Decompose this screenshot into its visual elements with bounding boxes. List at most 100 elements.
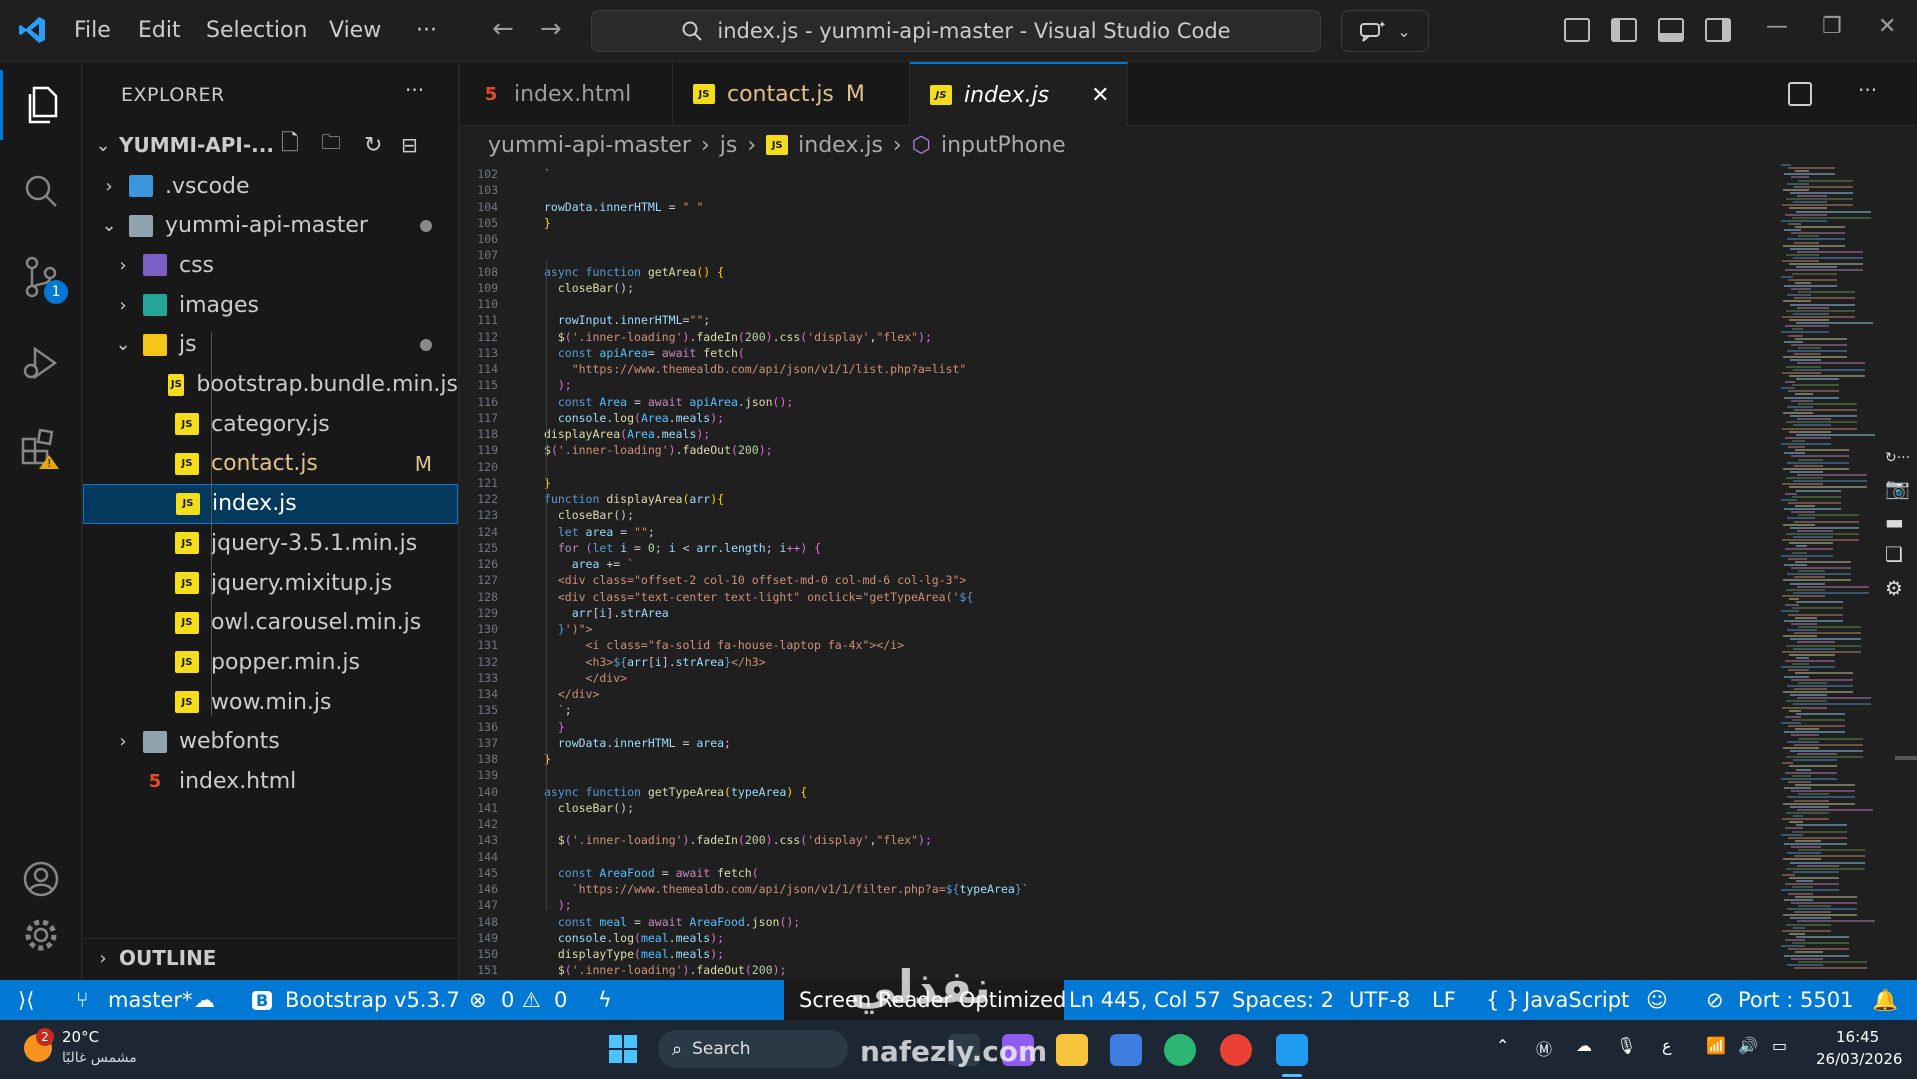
warnings-count[interactable]: 0 xyxy=(554,988,567,1012)
input-language[interactable]: ع xyxy=(1662,1036,1672,1055)
language-mode[interactable]: JavaScript xyxy=(1524,988,1629,1012)
live-server-port[interactable]: Port : 5501 xyxy=(1738,988,1854,1012)
explorer-icon[interactable] xyxy=(0,70,82,140)
new-file-icon[interactable]: 🗋 xyxy=(281,126,299,164)
forward-arrow-icon[interactable]: → xyxy=(540,14,562,44)
vscode-taskbar-icon[interactable] xyxy=(1276,1034,1308,1066)
code-editor[interactable]: 102 ` 103 104 rowData.innerHTML = " " 105} 106… xyxy=(460,164,1777,980)
tree-item[interactable]: › webfonts xyxy=(83,722,458,762)
run-debug-icon[interactable] xyxy=(0,328,82,398)
breadcrumb-folder[interactable]: yummi-api-master xyxy=(488,133,691,158)
battery-icon[interactable]: ▭ xyxy=(1772,1036,1787,1055)
edge-icon[interactable] xyxy=(1164,1034,1196,1066)
tab-index-html[interactable]: 5 index.html xyxy=(460,62,673,126)
microphone-icon[interactable]: 🎙 xyxy=(1616,1036,1636,1055)
toggle-secondary-sidebar-icon[interactable] xyxy=(1705,18,1731,42)
weather-temp[interactable]: 20°C xyxy=(62,1028,99,1046)
customize-layout-icon[interactable] xyxy=(1564,18,1590,42)
minimap-line xyxy=(1791,846,1821,848)
menu-file[interactable]: File xyxy=(74,18,111,43)
line-ending[interactable]: LF xyxy=(1432,988,1456,1012)
close-tab-icon[interactable]: ✕ xyxy=(1091,83,1109,108)
copilot-chat-button[interactable]: ✦ ⌄ xyxy=(1341,10,1429,52)
editor-more-icon[interactable]: ··· xyxy=(1858,78,1877,102)
command-center[interactable]: index.js - yummi-api-master - Visual Stu… xyxy=(591,10,1321,52)
cloud-sync-icon[interactable]: ☁ xyxy=(194,988,215,1012)
outline-section[interactable]: › OUTLINE xyxy=(83,938,458,978)
tree-item[interactable]: › images xyxy=(83,285,458,325)
clock-date[interactable]: 26/03/2026 xyxy=(1816,1050,1902,1068)
lightning-icon[interactable]: ϟ xyxy=(598,988,612,1012)
floating-settings-icon[interactable]: ⚙ xyxy=(1885,576,1903,600)
notifications-bell-icon[interactable]: 🔔 xyxy=(1872,988,1898,1013)
video-icon[interactable]: ▬ xyxy=(1885,510,1904,534)
tree-item[interactable]: JS owl.carousel.min.js xyxy=(83,603,458,643)
onedrive-icon[interactable]: ☁ xyxy=(1576,1036,1592,1055)
tree-item[interactable]: 5 index.html xyxy=(83,762,458,802)
floating-toolbar-more-icon[interactable]: ↻··· xyxy=(1885,450,1910,466)
bootstrap-version[interactable]: Bootstrap v5.3.7 xyxy=(285,988,460,1012)
minimap-line xyxy=(1797,474,1867,476)
tree-item[interactable]: ⌄ yummi-api-master xyxy=(83,206,458,246)
tree-item[interactable]: › css xyxy=(83,245,458,285)
source-control-icon[interactable]: 1 xyxy=(0,242,82,312)
tree-item[interactable]: ⌄ js xyxy=(83,325,458,365)
close-window-icon[interactable]: ✕ xyxy=(1878,14,1896,39)
workspace-root[interactable]: ⌄ YUMMI-API-... 🗋 🗀 ↻ ⊟ xyxy=(83,125,458,165)
code-token: ); xyxy=(544,378,572,393)
tree-item[interactable]: JS jquery-3.5.1.min.js xyxy=(83,523,458,563)
errors-count[interactable]: 0 xyxy=(501,988,514,1012)
search-icon[interactable] xyxy=(0,156,82,226)
minimize-icon[interactable]: — xyxy=(1766,14,1788,39)
wifi-icon[interactable]: 📶 xyxy=(1706,1036,1726,1055)
tab-contact-js[interactable]: JS contact.js M xyxy=(673,62,910,126)
back-arrow-icon[interactable]: ← xyxy=(492,14,514,44)
extensions-icon[interactable]: ! xyxy=(0,414,82,484)
encoding[interactable]: UTF-8 xyxy=(1349,988,1410,1012)
tab-index-js[interactable]: JS index.js ✕ xyxy=(910,62,1128,126)
tree-item[interactable]: › .vscode xyxy=(83,166,458,206)
refresh-icon[interactable]: ↻ xyxy=(364,133,382,158)
vertical-scrollbar[interactable] xyxy=(1887,164,1917,980)
window-icon[interactable]: ❏ xyxy=(1885,542,1903,566)
menu-more[interactable]: ··· xyxy=(416,18,437,43)
settings-gear-icon[interactable] xyxy=(0,900,82,970)
restore-icon[interactable]: ❐ xyxy=(1822,14,1842,39)
breadcrumb-file[interactable]: index.js xyxy=(798,133,883,158)
new-folder-icon[interactable]: 🗀 xyxy=(321,128,341,162)
windows-start-icon[interactable] xyxy=(608,1034,638,1064)
microsoft-store-icon[interactable] xyxy=(1110,1034,1142,1066)
tree-item[interactable]: JS jquery.mixitup.js xyxy=(83,563,458,603)
tree-item[interactable]: JS bootstrap.bundle.min.js xyxy=(83,365,458,405)
taskbar-search[interactable]: ⌕ Search xyxy=(658,1030,848,1068)
chrome-icon[interactable] xyxy=(1220,1034,1252,1066)
split-editor-icon[interactable] xyxy=(1788,82,1812,106)
indentation[interactable]: Spaces: 2 xyxy=(1232,988,1334,1012)
clock-time[interactable]: 16:45 xyxy=(1836,1028,1879,1046)
menu-edit[interactable]: Edit xyxy=(138,18,181,43)
tree-item[interactable]: JS wow.min.js xyxy=(83,682,458,722)
explorer-more-icon[interactable]: ··· xyxy=(405,78,424,102)
file-explorer-icon[interactable] xyxy=(1056,1034,1088,1066)
toggle-primary-sidebar-icon[interactable] xyxy=(1611,18,1637,42)
cursor-position[interactable]: Ln 445, Col 57 xyxy=(1069,988,1221,1012)
remote-icon[interactable]: ⟩⟨ xyxy=(18,988,34,1012)
tree-item[interactable]: JS contact.js M xyxy=(83,444,458,484)
minimap-line xyxy=(1784,898,1813,901)
breadcrumb-subfolder[interactable]: js xyxy=(720,133,738,158)
tray-app-icon[interactable]: Ⓜ xyxy=(1536,1036,1552,1060)
tree-item[interactable]: JS category.js xyxy=(83,404,458,444)
minimap[interactable] xyxy=(1777,164,1887,980)
toggle-panel-icon[interactable] xyxy=(1658,18,1684,42)
tree-item[interactable]: JS popper.min.js xyxy=(83,642,458,682)
camera-icon[interactable]: 📷 xyxy=(1885,476,1910,500)
chevron-up-icon[interactable]: ⌃ xyxy=(1496,1036,1509,1055)
copilot-icon[interactable]: ☺ xyxy=(1646,988,1668,1012)
breadcrumb-symbol[interactable]: inputPhone xyxy=(941,133,1066,158)
menu-selection[interactable]: Selection xyxy=(206,18,307,43)
menu-view[interactable]: View xyxy=(329,18,381,43)
tree-item[interactable]: JS index.js xyxy=(83,483,458,524)
git-branch[interactable]: master* xyxy=(108,988,193,1012)
volume-icon[interactable]: 🔊 xyxy=(1738,1036,1758,1055)
collapse-all-icon[interactable]: ⊟ xyxy=(401,133,418,157)
